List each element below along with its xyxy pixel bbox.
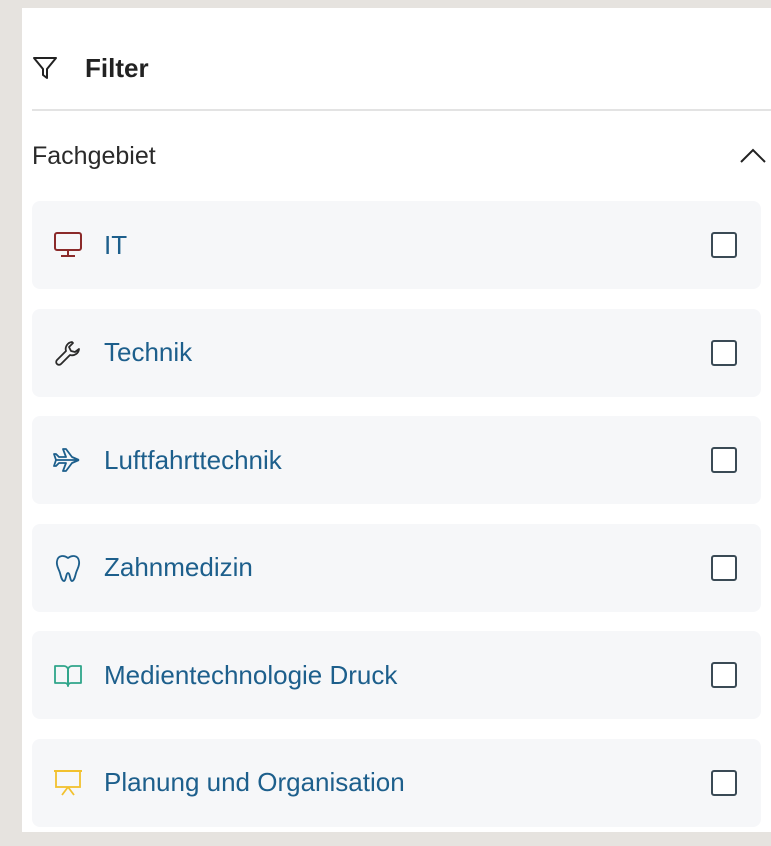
wrench-icon (53, 338, 83, 368)
section-fachgebiet-toggle[interactable]: Fachgebiet (32, 136, 767, 176)
divider (32, 109, 771, 111)
airplane-icon (53, 445, 83, 475)
checkbox-technik[interactable] (711, 339, 737, 366)
item-label: Planung und Organisation (104, 767, 405, 797)
presentation-board-icon (53, 768, 83, 798)
section-title: Fachgebiet (32, 141, 156, 170)
book-icon (53, 660, 83, 690)
filter-item-zahnmedizin[interactable]: Zahnmedizin (32, 523, 761, 612)
tooth-icon (53, 553, 83, 583)
filter-item-technik[interactable]: Technik (32, 308, 761, 397)
checkbox-medientechnologie-druck[interactable] (711, 662, 737, 688)
filter-panel: Filter Fachgebiet IT Technik Luftfahrtte… (22, 8, 771, 832)
item-label: Medientechnologie Druck (104, 659, 398, 690)
chevron-up-icon[interactable] (739, 146, 767, 166)
item-label: Luftfahrttechnik (104, 444, 282, 475)
item-label: IT (104, 229, 128, 260)
filter-item-it[interactable]: IT (32, 201, 761, 289)
checkbox-planung-und-organisation[interactable] (711, 769, 737, 796)
filter-item-planung-und-organisation[interactable]: Planung und Organisation (32, 738, 761, 827)
item-label: Zahnmedizin (104, 552, 253, 582)
monitor-icon (53, 230, 83, 260)
filter-item-medientechnologie-druck[interactable]: Medientechnologie Druck (32, 631, 761, 719)
filter-item-luftfahrttechnik[interactable]: Luftfahrttechnik (32, 416, 761, 504)
item-label: Technik (104, 337, 193, 367)
filter-title: Filter (85, 52, 149, 83)
checkbox-it[interactable] (711, 232, 737, 258)
checkbox-luftfahrttechnik[interactable] (711, 447, 737, 473)
fachgebiet-list: IT Technik Luftfahrttechnik Zahnmedizin … (32, 201, 761, 846)
checkbox-zahnmedizin[interactable] (711, 554, 737, 581)
filter-icon (32, 55, 58, 81)
filter-header: Filter (32, 42, 771, 94)
